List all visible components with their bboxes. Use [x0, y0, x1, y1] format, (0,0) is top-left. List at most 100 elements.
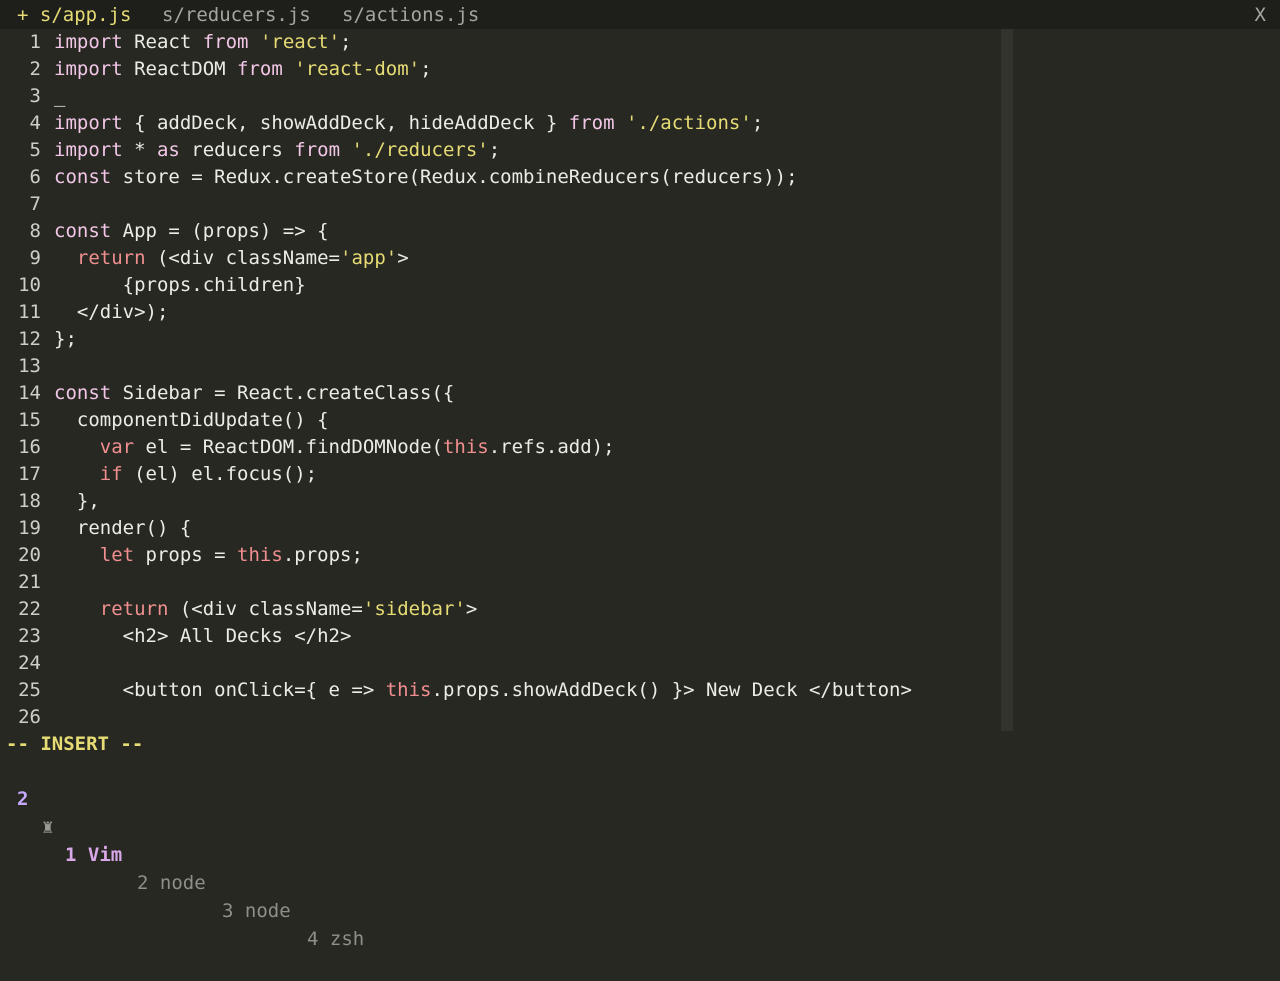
code-token: el = ReactDOM.findDOMNode( [134, 436, 443, 458]
tmux-status-bar: 2 ♜ 1 Vim 2 node 3 node 4 zsh [0, 757, 1280, 950]
code-token: 'app' [340, 247, 398, 269]
code-token: }; [54, 328, 77, 350]
line-code: var el = ReactDOM.findDOMNode(this.refs.… [54, 434, 615, 461]
mode-indicator: -- INSERT -- [6, 733, 144, 755]
line-code: _ [54, 83, 65, 110]
code-token: ; [751, 112, 764, 134]
tmux-window[interactable]: 3 node [222, 897, 291, 925]
text-cursor: _ [54, 85, 66, 107]
line-number: 22 [18, 598, 41, 620]
line-number: 9 [29, 247, 41, 269]
vim-terminal: + s/app.js s/reducers.js s/actions.js X … [0, 0, 1280, 950]
code-token: return [76, 247, 146, 269]
code-token: > [465, 598, 478, 620]
line-number: 15 [18, 409, 41, 431]
code-token: render() { [54, 517, 192, 539]
code-token: import [54, 112, 123, 134]
line-code: import { addDeck, showAddDeck, hideAddDe… [54, 110, 763, 137]
line-number: 4 [29, 112, 41, 134]
tab-reducers-js[interactable]: s/reducers.js [162, 0, 311, 30]
line-code: import ReactDOM from 'react-dom'; [54, 56, 432, 83]
code-token: (<div className= [168, 598, 363, 620]
line-number: 20 [18, 544, 41, 566]
code-token: 'sidebar' [362, 598, 466, 620]
tmux-window-active[interactable]: 1 Vim [65, 841, 122, 869]
line-number: 2 [29, 58, 41, 80]
code-token: from [202, 31, 249, 53]
code-token: ; [420, 58, 432, 80]
tmux-window[interactable]: 2 node [137, 869, 206, 897]
code-token: import [54, 58, 123, 80]
line-number: 5 [29, 139, 41, 161]
editor-pane[interactable]: 1 import React from 'react'; 2 import React… [0, 29, 1280, 731]
tabline: + s/app.js s/reducers.js s/actions.js X [0, 0, 1280, 30]
tab-actions-js[interactable]: s/actions.js [342, 0, 479, 30]
line-code: return (<div className='sidebar'> [54, 596, 478, 623]
line-number: 24 [18, 652, 41, 674]
line-number: 1 [29, 31, 41, 53]
code-token: store = Redux.createStore(Redux.combineR… [111, 166, 798, 188]
tab-app-js[interactable]: + s/app.js [17, 0, 131, 30]
code-token: this [442, 436, 489, 458]
code-token: ; [340, 31, 352, 53]
line-code: componentDidUpdate() { [54, 407, 329, 434]
code-token: .props.showAddDeck() }> New Deck </butto… [431, 679, 912, 701]
code-token: let [99, 544, 135, 566]
code-token: from [237, 58, 283, 80]
line-number: 3 [29, 85, 41, 107]
line-code: <h2> All Decks </h2> [54, 623, 352, 650]
code-token: 'react-dom' [294, 58, 421, 80]
tmux-window[interactable]: 4 zsh [307, 925, 364, 953]
code-token: const [54, 382, 112, 404]
line-number: 11 [18, 301, 41, 323]
code-token: Sidebar = React.createClass({ [111, 382, 455, 404]
line-code: render() { [54, 515, 191, 542]
code-token: .refs.add); [488, 436, 615, 458]
code-token: App = (props) => { [111, 220, 329, 242]
line-code: let props = this.props; [54, 542, 363, 569]
code-token: (el) el.focus(); [122, 463, 318, 485]
code-token: (<div className= [145, 247, 340, 269]
line-code: }, [54, 488, 100, 515]
code-token: from [294, 139, 341, 161]
code-token: <h2> All Decks </h2> [54, 625, 352, 647]
line-number: 13 [18, 355, 41, 377]
line-code: const Sidebar = React.createClass({ [54, 380, 454, 407]
code-token: * [122, 139, 157, 161]
line-code: const store = Redux.createStore(Redux.co… [54, 164, 798, 191]
code-token: React [122, 31, 203, 53]
code-token: if [99, 463, 123, 485]
line-number: 18 [18, 490, 41, 512]
code-token: .props; [282, 544, 363, 566]
line-number: 21 [18, 571, 41, 593]
code-token: as [156, 139, 180, 161]
line-number: 17 [18, 463, 41, 485]
line-code: {props.children} [54, 272, 306, 299]
code-token: props = [134, 544, 238, 566]
code-token: './reducers' [351, 139, 489, 161]
code-token: { addDeck, showAddDeck, hideAddDeck } [122, 112, 569, 134]
line-code: const App = (props) => { [54, 218, 329, 245]
code-token: const [54, 166, 112, 188]
code-token: import [54, 139, 123, 161]
code-token: this [385, 679, 432, 701]
close-tab-button[interactable]: X [1255, 0, 1266, 30]
code-token: var [99, 436, 135, 458]
code-token: ; [488, 139, 501, 161]
line-number: 14 [18, 382, 41, 404]
code-token: './actions' [625, 112, 752, 134]
code-token: componentDidUpdate() { [54, 409, 329, 431]
line-number: 6 [29, 166, 41, 188]
line-code: }; [54, 326, 77, 353]
line-code: <button onClick={ e => this.props.showAd… [54, 677, 912, 704]
line-code: if (el) el.focus(); [54, 461, 317, 488]
code-token: return [99, 598, 169, 620]
code-token: > [397, 247, 409, 269]
line-number: 8 [29, 220, 41, 242]
